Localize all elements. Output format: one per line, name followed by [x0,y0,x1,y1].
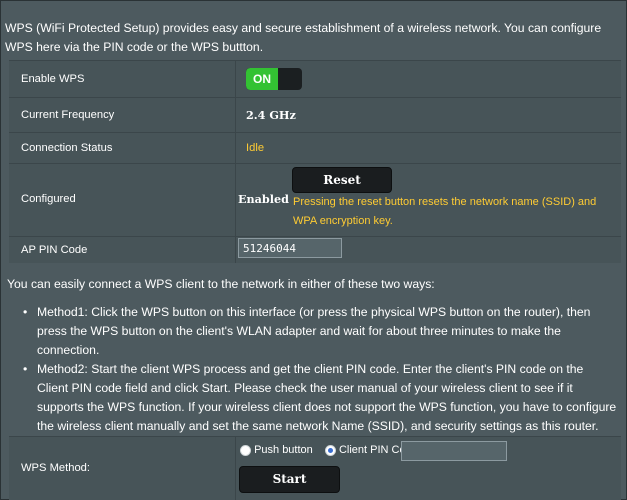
enable-wps-label: Enable WPS [21,73,85,85]
radio-push-button[interactable] [240,444,251,456]
ap-pin-field[interactable]: 51246044 [238,238,342,258]
row-enable-wps: Enable WPS ON [9,60,621,97]
intro-text: WPS (WiFi Protected Setup) provides easy… [5,21,602,54]
method-list: • Method1: Click the WPS button on this … [23,303,617,436]
client-pin-input[interactable] [401,441,507,461]
connection-status-label: Connection Status [21,142,113,154]
wps-method-label: WPS Method: [21,462,91,474]
row-divider [235,133,236,163]
method-1-text: Method1: Click the WPS button on this in… [37,305,591,357]
row-divider [235,98,236,132]
method-2-text: Method2: Start the client WPS process an… [37,362,617,433]
connection-status-value: Idle [246,142,265,154]
configured-value: Enabled [238,192,289,206]
enable-wps-toggle[interactable]: ON [246,68,302,90]
row-divider [235,437,236,500]
row-current-frequency: Current Frequency 2.4 GHz [9,97,621,132]
reset-button[interactable]: Reset [292,167,392,193]
wps-method-options: Push button Client PIN Code [240,444,418,456]
wps-settings-panel: WPS (WiFi Protected Setup) provides easy… [0,0,627,500]
start-button[interactable]: Start [239,466,340,493]
current-frequency-label: Current Frequency [21,109,115,121]
ap-pin-label: AP PIN Code [21,244,88,256]
row-divider [235,61,236,97]
bullet: • [23,305,28,319]
ways-intro: You can easily connect a WPS client to t… [7,277,435,291]
radio-client-pin[interactable] [324,444,336,456]
row-divider [235,164,236,236]
reset-note: Pressing the reset button resets the net… [293,196,597,227]
bullet: • [23,362,28,376]
toggle-on-label: ON [246,68,278,90]
list-item: • Method1: Click the WPS button on this … [23,303,617,360]
current-frequency-value: 2.4 GHz [246,108,296,122]
row-connection-status: Connection Status Idle [9,132,621,163]
list-item: • Method2: Start the client WPS process … [23,360,617,436]
row-divider [235,237,236,263]
configured-label: Configured [21,193,76,205]
radio-push-button-label[interactable]: Push button [254,444,313,456]
